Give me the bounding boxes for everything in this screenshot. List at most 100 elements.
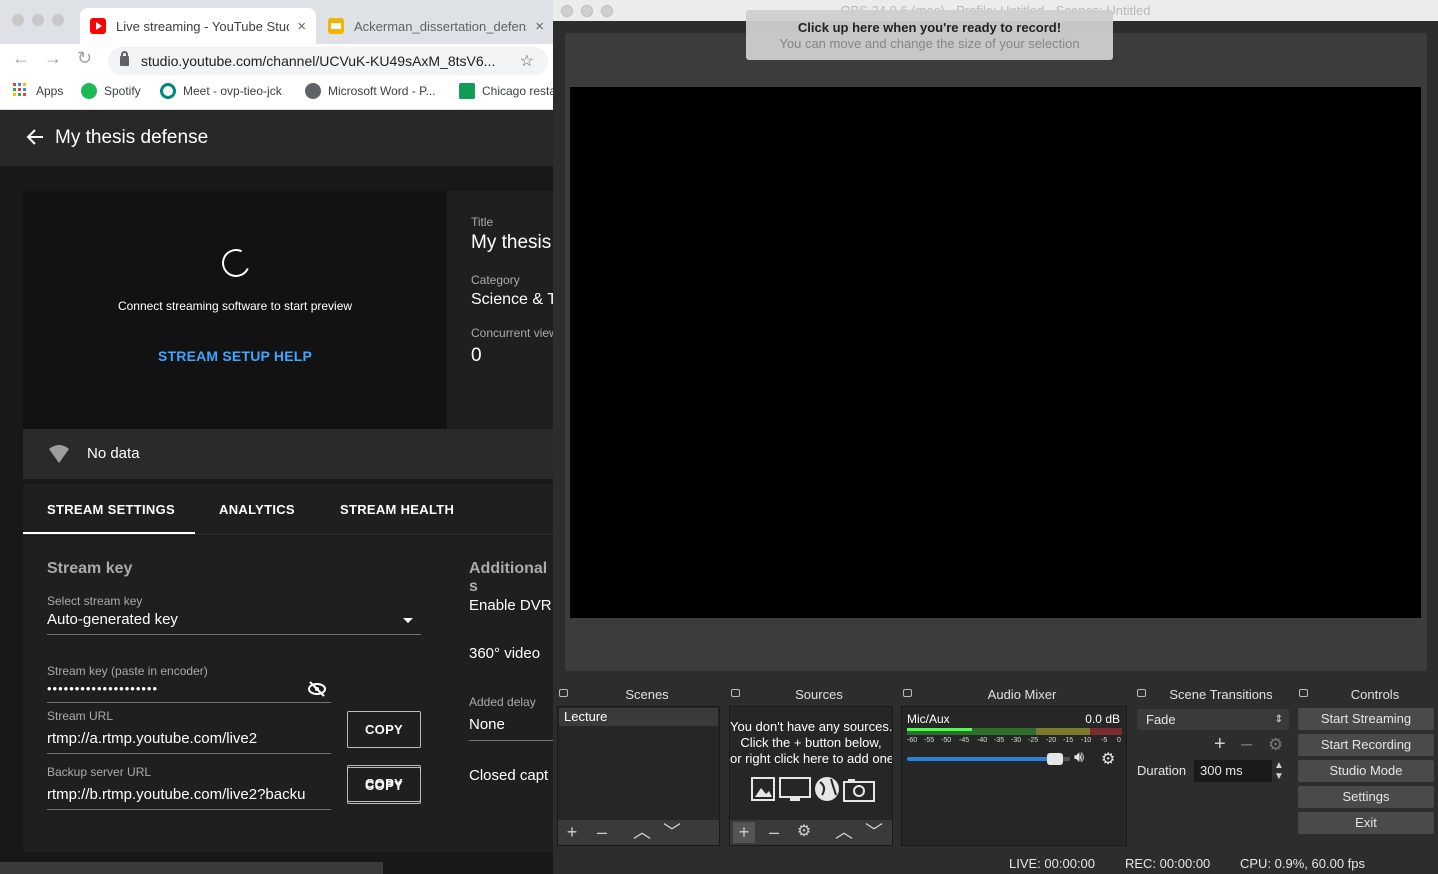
tab-title: Live streaming - YouTube Studio xyxy=(116,18,290,34)
dropdown-arrow-icon xyxy=(403,618,413,623)
globe-icon xyxy=(305,83,321,99)
apps-grid-icon xyxy=(13,83,29,99)
add-source-icon[interactable]: + xyxy=(733,822,755,843)
stream-setup-help-link[interactable]: STREAM SETUP HELP xyxy=(23,348,447,364)
enable-dvr-label[interactable]: Enable DVR xyxy=(469,597,552,614)
sources-toolbar: + – ⚙ ︿ ﹀ xyxy=(730,820,892,845)
stream-key-select[interactable]: Auto-generated key xyxy=(47,611,421,635)
mixer-channel-name: Mic/Aux xyxy=(907,712,950,726)
tab-title: Ackerman_dissertation_defense xyxy=(354,18,528,34)
window-zoom-button[interactable] xyxy=(52,14,64,26)
move-up-icon[interactable]: ︿ xyxy=(631,822,653,843)
browser-tab-slides[interactable]: Ackerman_dissertation_defense × xyxy=(318,8,554,44)
bookmark-spotify[interactable]: Spotify xyxy=(81,83,141,99)
select-key-value: Auto-generated key xyxy=(47,611,178,628)
move-down-icon[interactable]: ﹀ xyxy=(661,822,683,843)
forward-icon[interactable]: → xyxy=(44,48,62,69)
title-label: Title xyxy=(471,215,494,229)
additional-settings-heading: Additional s xyxy=(469,560,548,595)
back-arrow-icon[interactable] xyxy=(26,128,44,151)
close-tab-icon[interactable]: × xyxy=(535,18,544,35)
viewers-label: Concurrent view xyxy=(471,326,558,340)
studio-mode-button[interactable]: Studio Mode xyxy=(1298,760,1434,782)
added-delay-select[interactable]: None xyxy=(469,716,560,741)
tab-stream-settings[interactable]: STREAM SETTINGS xyxy=(47,502,175,517)
bookmark-word[interactable]: Microsoft Word - P... xyxy=(305,83,436,99)
add-transition-icon[interactable]: + xyxy=(1214,733,1226,756)
category-value: Science & T xyxy=(471,291,557,308)
browser-toolbar: ← → ↻ studio.youtube.com/channel/UCVuK-K… xyxy=(0,44,560,76)
settings-button[interactable]: Settings xyxy=(1298,786,1434,808)
speaker-icon[interactable]: 🔊︎ xyxy=(1074,749,1084,767)
move-up-icon[interactable]: ︿ xyxy=(833,822,855,843)
title-value: My thesis xyxy=(471,232,552,253)
window-minimize-button[interactable] xyxy=(32,14,44,26)
transition-gear-icon[interactable]: ⚙ xyxy=(1268,735,1283,755)
sources-empty-message: You don't have any sources. Click the + … xyxy=(730,719,892,767)
browser-window: Live streaming - YouTube Studio × Ackerm… xyxy=(0,0,560,874)
hide-eye-icon[interactable] xyxy=(307,681,327,700)
volume-slider-handle[interactable] xyxy=(1046,753,1063,765)
mixer-gear-icon[interactable]: ⚙ xyxy=(1101,749,1115,769)
meet-icon xyxy=(160,83,176,99)
browser-tab-youtube-studio[interactable]: Live streaming - YouTube Studio × xyxy=(80,8,316,44)
bookmark-star-icon[interactable]: ☆ xyxy=(520,51,534,71)
stream-key-label: Stream key (paste in encoder) xyxy=(47,664,208,678)
obs-preview[interactable] xyxy=(570,87,1421,618)
transition-select[interactable]: Fade ⇕ xyxy=(1137,709,1289,730)
sources-empty-line: or right click here to add one. xyxy=(730,751,892,766)
bookmark-label: Spotify xyxy=(104,84,141,98)
exit-button[interactable]: Exit xyxy=(1298,812,1434,834)
stream-url-label-2: Stream URL xyxy=(47,709,114,723)
loading-spinner-icon xyxy=(218,245,254,281)
duration-input[interactable]: 300 ms xyxy=(1194,760,1272,782)
back-icon[interactable]: ← xyxy=(12,48,30,69)
video-360-label[interactable]: 360° video xyxy=(469,645,540,662)
volume-slider[interactable] xyxy=(907,753,1070,765)
bookmark-label: Microsoft Word - P... xyxy=(328,84,436,98)
duration-stepper-icon[interactable]: ▲ ▼ xyxy=(1274,760,1284,782)
horizontal-scrollbar[interactable] xyxy=(0,862,383,874)
tab-strip: Live streaming - YouTube Studio × Ackerm… xyxy=(0,0,560,44)
youtube-icon xyxy=(90,18,106,34)
youtube-studio-page: My thesis defense Connect streaming soft… xyxy=(0,110,560,874)
remove-scene-icon[interactable]: – xyxy=(591,822,613,843)
window-close-button[interactable] xyxy=(12,14,24,26)
remove-source-icon[interactable]: – xyxy=(763,822,785,843)
copy-stream-url-button[interactable]: COPY xyxy=(347,711,421,748)
stream-key-input[interactable]: •••••••••••••••••••• xyxy=(47,681,331,703)
add-scene-icon[interactable]: + xyxy=(561,822,583,843)
start-streaming-button[interactable]: Start Streaming xyxy=(1298,708,1434,730)
bookmarks-bar: Apps Spotify Meet - ovp-tieo-jck Microso… xyxy=(0,76,560,110)
bookmark-apps[interactable]: Apps xyxy=(13,83,63,99)
bookmark-meet[interactable]: Meet - ovp-tieo-jck xyxy=(160,83,282,99)
backup-url-input[interactable]: rtmp://b.rtmp.youtube.com/live2?backu xyxy=(47,786,331,810)
copy-backup-url-button[interactable]: COPY xyxy=(347,767,421,804)
select-key-label: Select stream key xyxy=(47,594,143,608)
bookmark-label: Apps xyxy=(36,84,64,98)
category-label: Category xyxy=(471,273,520,287)
scene-item-lecture[interactable]: Lecture xyxy=(559,708,718,726)
move-down-icon[interactable]: ﹀ xyxy=(863,822,885,843)
closed-captions-label[interactable]: Closed capt xyxy=(469,767,548,784)
tab-analytics[interactable]: ANALYTICS xyxy=(219,502,295,517)
stream-preview: Connect streaming software to start prev… xyxy=(23,191,447,429)
sources-dock[interactable]: You don't have any sources. Click the + … xyxy=(729,706,893,846)
close-tab-icon[interactable]: × xyxy=(297,18,306,35)
remove-transition-icon[interactable]: – xyxy=(1241,733,1252,756)
reload-icon[interactable]: ↻ xyxy=(77,48,92,69)
added-delay-label: Added delay xyxy=(469,695,536,709)
tab-stream-health[interactable]: STREAM HEALTH xyxy=(340,502,454,517)
scenes-dock-title: Scenes xyxy=(625,687,669,702)
source-settings-gear-icon[interactable]: ⚙ xyxy=(793,822,815,843)
volume-meter-ticks: -60 -55 -50 -45 -40 -35 -30 -25 -20 -15 … xyxy=(907,737,1121,744)
sources-empty-line: Click the + button below, xyxy=(740,735,882,750)
start-recording-button[interactable]: Start Recording xyxy=(1298,734,1434,756)
stream-tabs: STREAM SETTINGS ANALYTICS STREAM HEALTH xyxy=(23,484,560,535)
rec-timer: REC: 00:00:00 xyxy=(1125,856,1211,871)
stream-url-input[interactable]: rtmp://a.rtmp.youtube.com/live2 xyxy=(47,730,331,754)
address-bar[interactable]: studio.youtube.com/channel/UCVuK-KU49sAx… xyxy=(108,47,548,75)
bookmark-chicago[interactable]: Chicago resta xyxy=(459,83,556,99)
url-text: studio.youtube.com/channel/UCVuK-KU49sAx… xyxy=(141,53,496,69)
lock-icon xyxy=(120,51,129,66)
